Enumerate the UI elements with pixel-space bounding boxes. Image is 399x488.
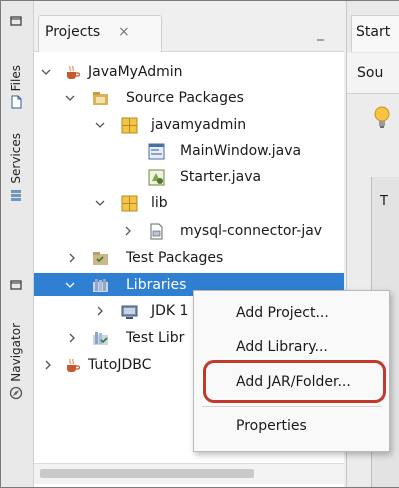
chevron-down-icon[interactable] bbox=[63, 86, 77, 110]
tree-item-label: Starter.java bbox=[180, 169, 262, 185]
chevron-down-icon[interactable] bbox=[93, 191, 107, 215]
chevron-right-icon[interactable] bbox=[65, 246, 79, 270]
test-libraries-icon bbox=[93, 332, 108, 345]
tree-item-label: javamyadmin bbox=[151, 117, 247, 133]
package-icon bbox=[121, 117, 138, 134]
tree-item-javamyadmin-package[interactable]: javamyadmin bbox=[34, 113, 344, 137]
menu-item-properties[interactable]: Properties bbox=[236, 418, 307, 434]
test-packages-icon bbox=[93, 252, 108, 265]
tree-item-lib[interactable]: lib bbox=[34, 191, 344, 215]
files-icon bbox=[11, 95, 22, 109]
tree-item-starter-java[interactable]: Starter.java bbox=[34, 165, 344, 189]
java-form-icon bbox=[148, 143, 165, 160]
inner-panel-label: T bbox=[380, 194, 388, 209]
tree-item-javamyadmin[interactable]: JavaMyAdmin bbox=[34, 60, 344, 84]
java-project-icon bbox=[67, 358, 81, 372]
start-tab-label: Start bbox=[356, 24, 391, 40]
package-icon bbox=[121, 195, 138, 212]
start-tab[interactable]: Start bbox=[351, 15, 399, 52]
close-icon[interactable]: × bbox=[118, 24, 130, 40]
projects-tab-bar: Projects × _ bbox=[34, 1, 344, 52]
source-tab[interactable]: Sou bbox=[347, 53, 399, 94]
tree-item-label: Test Packages bbox=[126, 250, 224, 266]
chevron-down-icon[interactable] bbox=[63, 273, 77, 297]
menu-separator bbox=[202, 406, 382, 407]
java-class-icon bbox=[148, 169, 165, 186]
menu-item-add-project[interactable]: Add Project... bbox=[236, 305, 329, 321]
compass-icon bbox=[9, 386, 23, 399]
java-project-icon bbox=[67, 65, 81, 79]
minimize-icon[interactable]: _ bbox=[317, 25, 331, 41]
tree-item-source-packages[interactable]: Source Packages bbox=[34, 86, 344, 110]
chevron-down-icon[interactable] bbox=[39, 60, 53, 84]
tree-item-label: Source Packages bbox=[126, 90, 244, 106]
projects-tab-label: Projects bbox=[45, 24, 101, 40]
chevron-right-icon[interactable] bbox=[121, 219, 135, 243]
jdk-icon bbox=[121, 305, 138, 319]
tree-item-label: mysql-connector-jav bbox=[180, 223, 323, 239]
window-icon[interactable] bbox=[10, 279, 22, 291]
chevron-down-icon[interactable] bbox=[93, 113, 107, 137]
tree-item-mysql-connector[interactable]: mysql-connector-jav bbox=[34, 219, 344, 243]
tree-item-label: JDK 1 bbox=[151, 303, 189, 319]
scrollbar-thumb[interactable] bbox=[40, 469, 254, 478]
files-tab-label: Files bbox=[9, 65, 23, 92]
navigator-tab-label: Navigator bbox=[9, 323, 23, 382]
menu-item-add-library[interactable]: Add Library... bbox=[236, 339, 328, 355]
chevron-right-icon[interactable] bbox=[93, 299, 107, 323]
tree-item-test-packages[interactable]: Test Packages bbox=[34, 246, 344, 270]
jar-file-icon bbox=[150, 223, 163, 240]
tree-item-mainwindow-java[interactable]: MainWindow.java bbox=[34, 139, 344, 163]
source-packages-icon bbox=[93, 92, 108, 105]
navigator-tab[interactable]: Navigator bbox=[3, 323, 29, 400]
window-icon[interactable] bbox=[10, 15, 22, 27]
tree-item-label: TutoJDBC bbox=[88, 357, 152, 373]
horizontal-scrollbar[interactable] bbox=[34, 463, 344, 484]
services-icon bbox=[11, 189, 21, 201]
tree-item-label: Libraries bbox=[126, 277, 187, 293]
side-tab-strip: Files Services Navigator bbox=[1, 1, 34, 487]
services-tab[interactable]: Services bbox=[3, 133, 29, 202]
files-tab[interactable]: Files bbox=[3, 65, 29, 109]
libraries-icon bbox=[93, 279, 108, 292]
chevron-right-icon[interactable] bbox=[41, 353, 55, 377]
tree-item-label: Test Libr bbox=[126, 330, 185, 346]
services-tab-label: Services bbox=[9, 133, 23, 184]
tree-item-label: lib bbox=[151, 195, 168, 211]
source-tab-label: Sou bbox=[357, 65, 384, 81]
tree-item-label: MainWindow.java bbox=[180, 143, 302, 159]
lightbulb-icon[interactable] bbox=[373, 105, 391, 131]
chevron-right-icon[interactable] bbox=[65, 326, 79, 350]
projects-tab[interactable]: Projects × bbox=[38, 15, 162, 52]
tree-item-label: JavaMyAdmin bbox=[88, 64, 183, 80]
highlight-ring bbox=[203, 360, 386, 403]
